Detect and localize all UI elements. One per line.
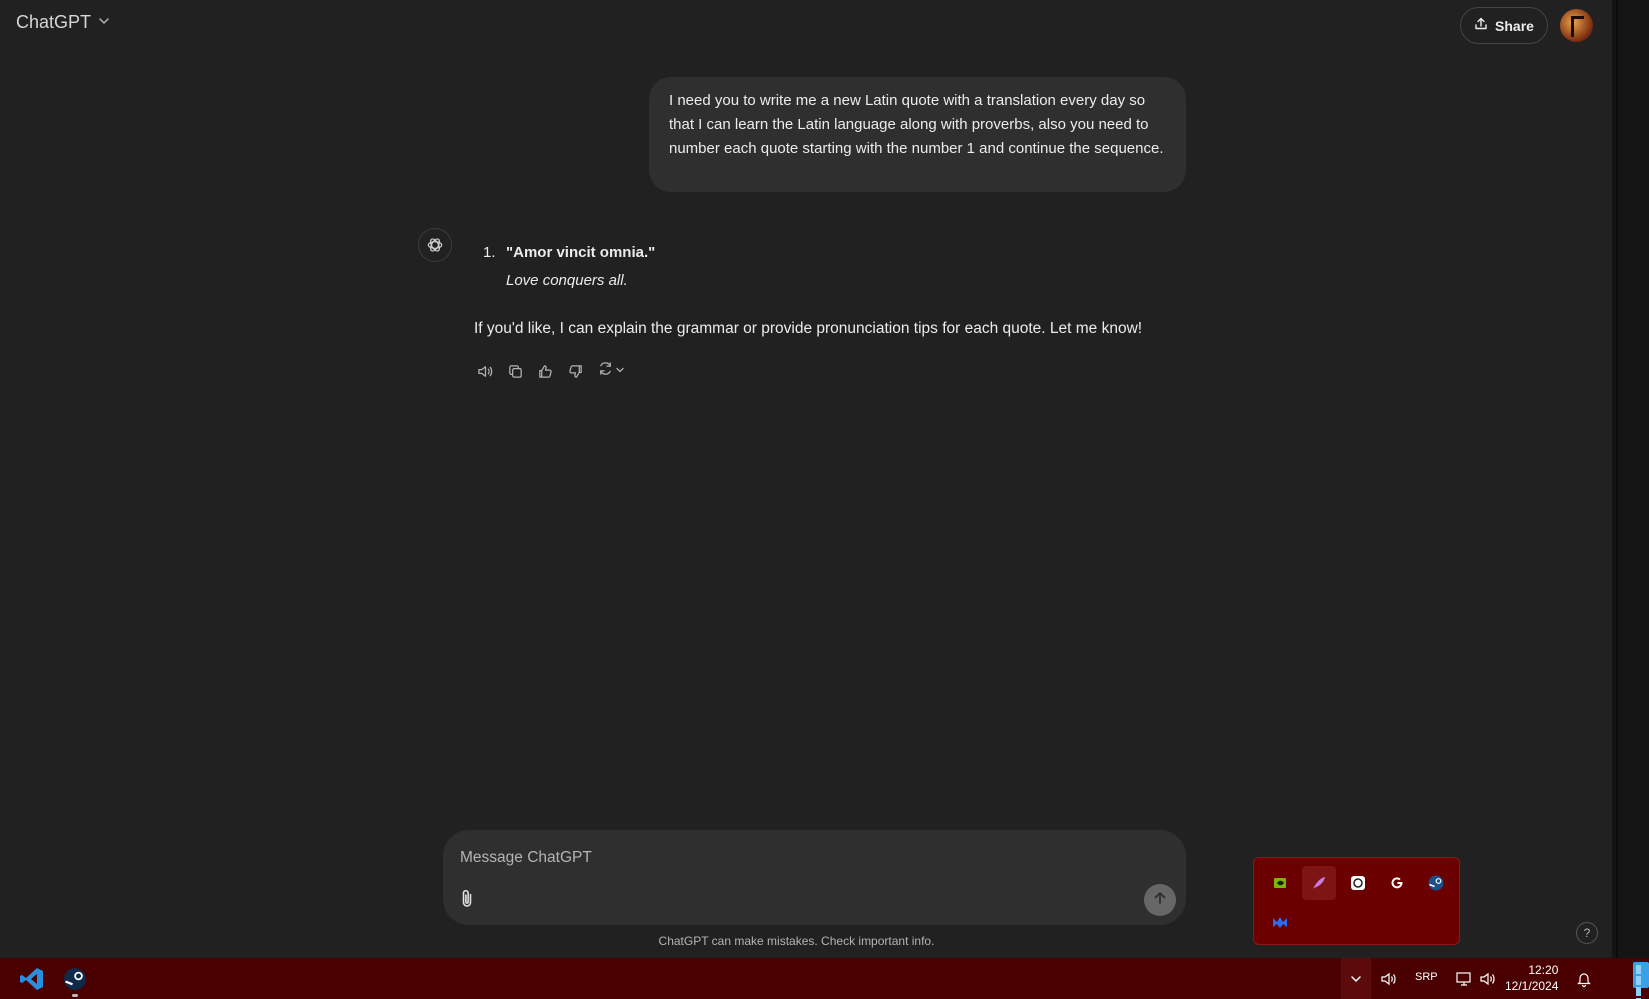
user-message: I need you to write me a new Latin quote… [649,77,1186,192]
share-label: Share [1495,17,1534,34]
clock-date: 12/1/2024 [1505,979,1559,993]
tray-chevron-icon[interactable] [1341,958,1371,999]
clock[interactable]: 12:20 12/1/2024 [1505,962,1558,994]
chevron-down-icon [614,362,625,380]
attach-icon[interactable] [456,888,480,912]
thumbs-up-icon[interactable] [534,360,556,382]
message-actions [474,360,628,382]
model-picker[interactable]: ChatGPT [16,12,111,33]
quote-number: 1. [483,244,496,261]
steam-icon[interactable] [59,963,91,997]
thumbs-down-icon[interactable] [564,360,586,382]
clock-time: 12:20 [1528,963,1559,977]
composer [443,830,1186,925]
chatgpt-icon[interactable] [1341,866,1375,900]
nvidia-icon[interactable] [1263,866,1297,900]
malwarebytes-icon[interactable] [1263,905,1297,939]
tray-overflow-popup [1253,857,1460,945]
avatar[interactable] [1560,9,1593,42]
disclaimer-text: ChatGPT can make mistakes. Check importa… [658,934,935,948]
refresh-icon [597,360,614,382]
windows-start-icon[interactable] [1633,962,1649,999]
message-input[interactable] [460,846,1120,870]
steam-icon[interactable] [1419,866,1453,900]
model-label: ChatGPT [16,12,92,32]
network-icon[interactable] [1454,970,1474,988]
arrow-up-icon [1152,890,1168,911]
chevron-down-icon [97,12,111,33]
send-button[interactable] [1144,884,1176,916]
volume-icon[interactable] [1379,970,1399,988]
speaker-icon[interactable] [1478,970,1498,988]
notification-bell-icon[interactable] [1574,970,1594,988]
taskbar: SRP 12:20 12/1/2024 [0,958,1649,999]
logitech-icon[interactable] [1380,866,1414,900]
chatgpt-icon [418,228,452,262]
language-indicator[interactable]: SRP [1415,971,1438,983]
assistant-followup: If you'd like, I can explain the grammar… [474,320,1143,337]
share-button[interactable]: Share [1460,7,1548,44]
header: ChatGPT Share [0,0,1612,50]
desktop-edge [1612,0,1649,958]
help-button[interactable]: ? [1576,922,1598,944]
quote-translation: Love conquers all. [506,272,628,289]
vscode-icon[interactable] [16,963,48,995]
copy-icon[interactable] [504,360,526,382]
quote-latin: "Amor vincit omnia." [506,244,656,261]
read-aloud-icon[interactable] [474,360,496,382]
feather-icon[interactable] [1302,866,1336,900]
share-icon [1474,17,1488,34]
regenerate-button[interactable] [594,360,628,382]
